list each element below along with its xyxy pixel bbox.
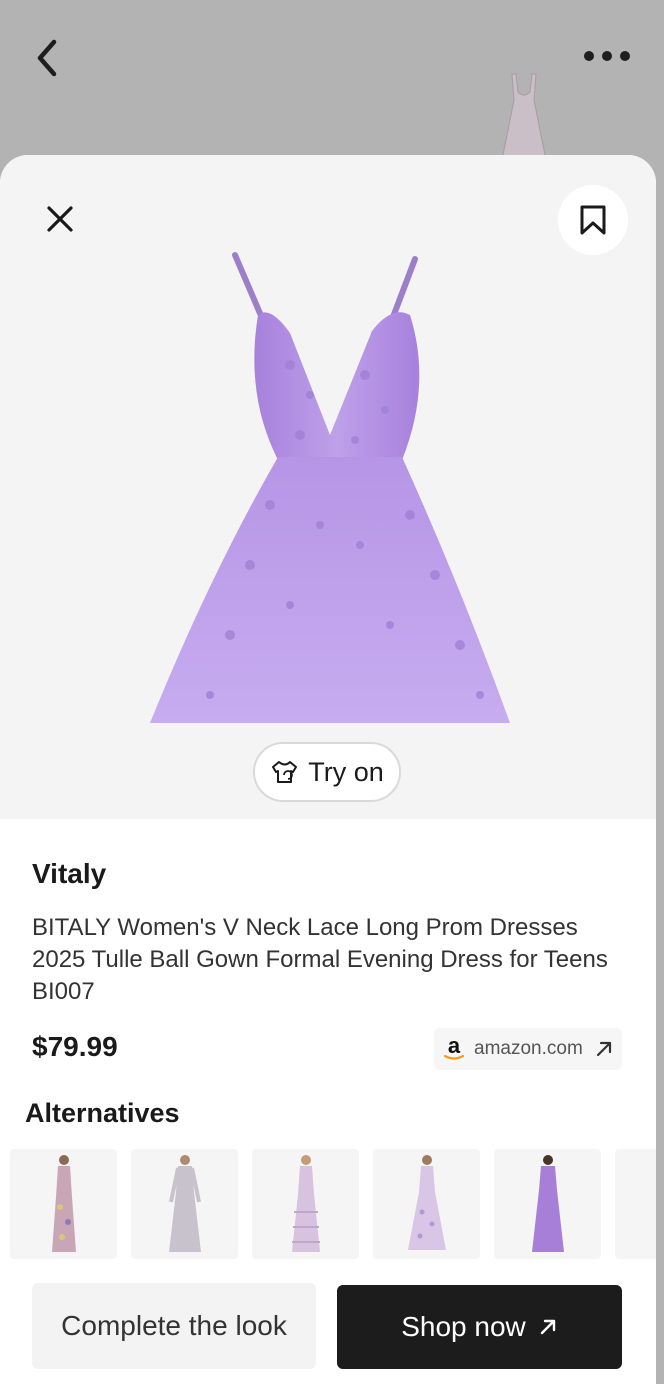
alternative-dress-image (291, 1155, 320, 1252)
more-dot (602, 51, 612, 61)
alternative-item[interactable] (252, 1149, 359, 1259)
back-button[interactable] (30, 38, 66, 78)
product-detail-sheet: Try on Vitaly BITALY Women's V Neck Lace… (0, 155, 656, 1384)
background-dress-thumbnail (501, 73, 547, 160)
alternative-dress-image (407, 1155, 446, 1250)
alternative-item[interactable] (615, 1149, 656, 1259)
complete-the-look-label: Complete the look (61, 1310, 287, 1341)
more-options-button[interactable] (584, 44, 630, 68)
store-link[interactable]: a amazon.com (434, 1028, 622, 1070)
close-button[interactable] (36, 195, 84, 243)
svg-text:a: a (448, 1035, 461, 1058)
alternative-item[interactable] (10, 1149, 117, 1259)
alternative-item[interactable] (131, 1149, 238, 1259)
bookmark-button[interactable] (558, 185, 628, 255)
amazon-logo-icon: a (443, 1035, 465, 1060)
complete-the-look-button[interactable]: Complete the look (32, 1283, 316, 1369)
try-on-button[interactable]: Try on (253, 742, 401, 802)
more-dot (620, 51, 630, 61)
alternatives-carousel[interactable] (10, 1149, 656, 1259)
more-dot (584, 51, 594, 61)
alternative-dress-image (531, 1155, 564, 1252)
close-icon (47, 206, 73, 232)
shop-now-label: Shop now (401, 1311, 526, 1342)
alternative-dress-image (654, 1152, 657, 1256)
external-arrow-icon (596, 1041, 612, 1057)
alternative-item[interactable] (494, 1149, 601, 1259)
product-brand: Vitaly (32, 858, 107, 889)
shop-now-button[interactable]: Shop now (337, 1285, 622, 1369)
alternative-item[interactable] (373, 1149, 480, 1259)
background-page-header (0, 0, 664, 160)
product-title: BITALY Women's V Neck Lace Long Prom Dre… (32, 914, 608, 1005)
alternative-dress-image (168, 1155, 201, 1252)
try-on-shirt-icon (272, 761, 298, 783)
try-on-label: Try on (308, 756, 384, 787)
arrow-up-right-icon (540, 1319, 555, 1335)
chevron-left-icon (37, 39, 57, 77)
alternatives-heading: Alternatives (25, 1098, 180, 1128)
bookmark-icon (580, 205, 606, 235)
product-price: $79.99 (32, 1031, 118, 1062)
product-dress-image (150, 252, 510, 723)
store-name: amazon.com (474, 1038, 583, 1059)
alternative-dress-image (51, 1155, 76, 1252)
product-hero: Try on (0, 155, 656, 819)
